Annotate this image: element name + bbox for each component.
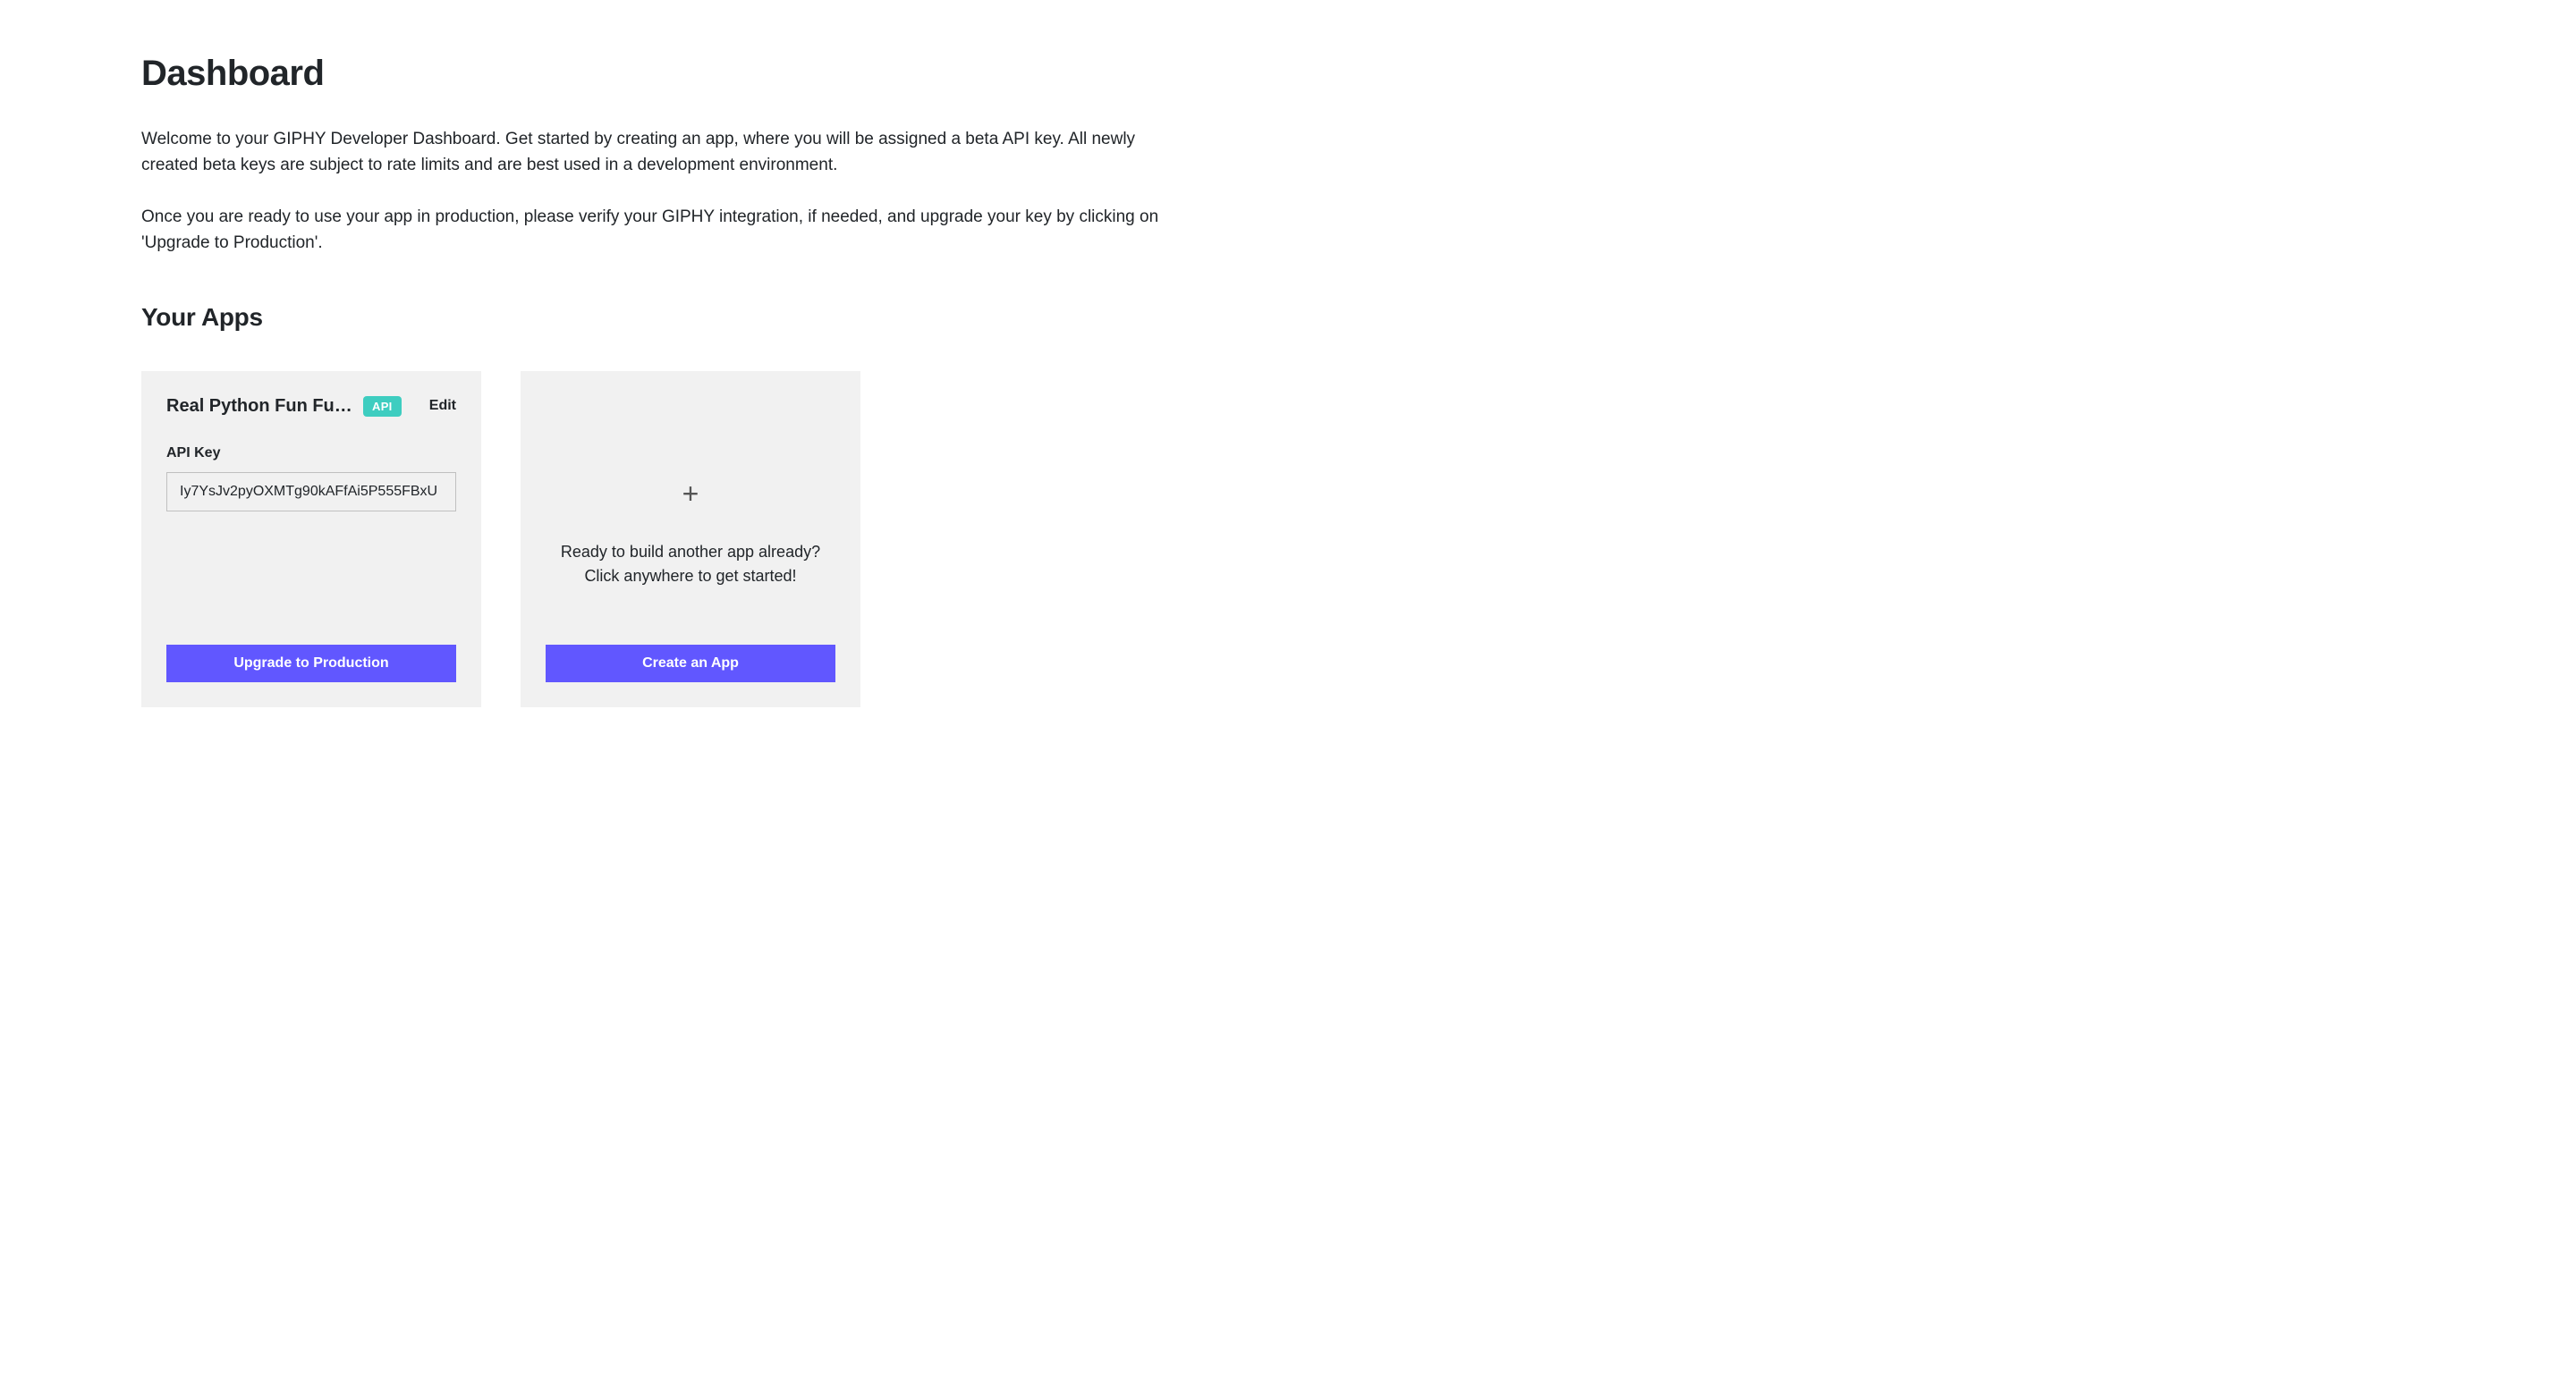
create-an-app-button[interactable]: Create an App — [546, 645, 835, 682]
api-badge: API — [363, 396, 402, 417]
create-prompt-line-2: Click anywhere to get started! — [561, 564, 820, 588]
create-card-content: + Ready to build another app already? Cl… — [561, 423, 820, 645]
create-app-card[interactable]: + Ready to build another app already? Cl… — [521, 371, 860, 707]
app-name: Real Python Fun Fun F… — [166, 396, 356, 417]
api-key-field[interactable] — [166, 472, 456, 511]
page-title: Dashboard — [141, 54, 2435, 94]
upgrade-to-production-button[interactable]: Upgrade to Production — [166, 645, 456, 682]
create-prompt-line-1: Ready to build another app already? — [561, 540, 820, 564]
your-apps-heading: Your Apps — [141, 303, 2435, 332]
intro-paragraph-1: Welcome to your GIPHY Developer Dashboar… — [141, 126, 1188, 179]
app-card-header: Real Python Fun Fun F… API Edit — [166, 396, 456, 417]
edit-link[interactable]: Edit — [429, 398, 456, 414]
intro-paragraph-2: Once you are ready to use your app in pr… — [141, 204, 1188, 257]
api-key-label: API Key — [166, 445, 456, 461]
create-prompt-text: Ready to build another app already? Clic… — [561, 540, 820, 588]
plus-icon: + — [682, 479, 699, 508]
app-card: Real Python Fun Fun F… API Edit API Key … — [141, 371, 481, 707]
apps-grid: Real Python Fun Fun F… API Edit API Key … — [141, 371, 2435, 707]
